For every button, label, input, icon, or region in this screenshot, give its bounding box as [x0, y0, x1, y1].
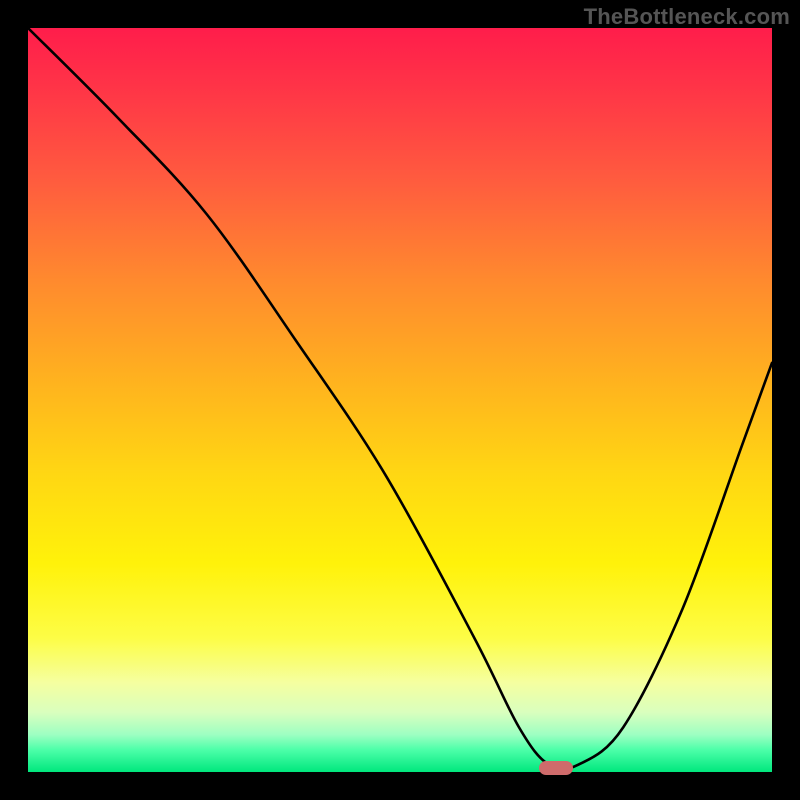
curve-path	[28, 28, 772, 769]
optimal-marker	[539, 761, 573, 775]
plot-area	[28, 28, 772, 772]
chart-frame: TheBottleneck.com	[0, 0, 800, 800]
bottleneck-curve	[28, 28, 772, 772]
watermark-label: TheBottleneck.com	[584, 4, 790, 30]
